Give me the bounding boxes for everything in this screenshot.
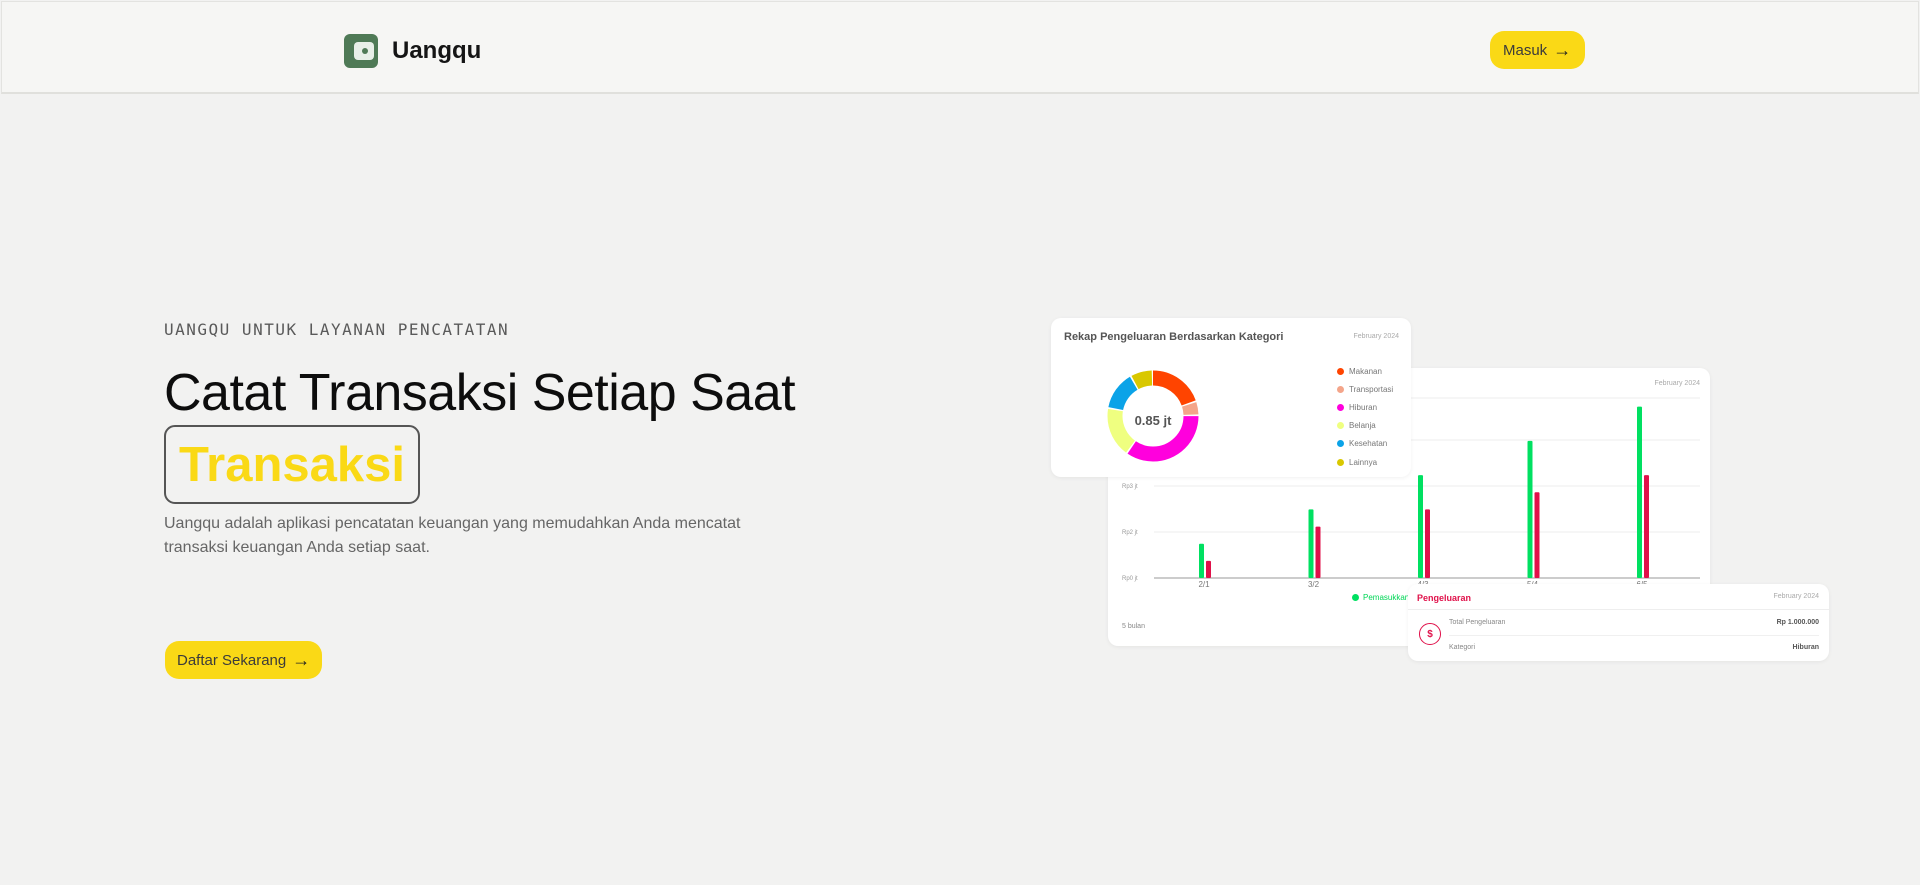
expense-bar <box>1315 526 1321 578</box>
legend-item: Makanan <box>1337 362 1393 380</box>
bar-card-footer: 5 bulan <box>1122 623 1145 630</box>
bar-legend: Pemasukkan <box>1352 593 1409 602</box>
legend-item: Belanja <box>1337 417 1393 435</box>
income-legend-label: Pemasukkan <box>1363 593 1410 602</box>
category-value: Hiburan <box>1792 644 1819 651</box>
login-button-label: Masuk <box>1503 41 1548 59</box>
y-tick-label: Rp0 jt <box>1122 576 1138 582</box>
expense-card-title: Pengeluaran <box>1417 593 1472 603</box>
income-bar <box>1199 543 1204 578</box>
dollar-icon: $ <box>1419 623 1441 645</box>
income-bar <box>1637 406 1642 578</box>
highlight-box: Transaksi <box>164 425 420 504</box>
legend-item: Kesehatan <box>1337 435 1393 453</box>
legend-dot <box>1337 367 1344 375</box>
y-tick-label: Rp2 jt <box>1122 530 1138 536</box>
register-button-label: Daftar Sekarang <box>177 651 287 669</box>
category-label: Kategori <box>1449 644 1476 651</box>
divider <box>1408 609 1829 610</box>
expense-summary-card: Pengeluaran February 2024 $ Total Pengel… <box>1408 584 1829 661</box>
income-bar <box>1418 475 1423 578</box>
expense-bar <box>1425 509 1430 578</box>
category-row: Kategori Hiburan <box>1449 644 1819 651</box>
legend-dot <box>1337 440 1344 448</box>
y-tick-label: Rp3 jt <box>1122 484 1138 490</box>
x-tick-label: 3/2 <box>1308 580 1320 589</box>
legend-dot <box>1337 422 1344 430</box>
hero-headline: Catat Transaksi Setiap Saat <box>164 364 796 422</box>
expense-bar <box>1534 492 1540 578</box>
legend-item: Transportasi <box>1337 380 1393 398</box>
arrow-right-icon: → <box>1553 39 1572 60</box>
total-value: Rp 1.000.000 <box>1776 619 1819 626</box>
legend-dot <box>1337 458 1344 466</box>
legend-item: Hiburan <box>1337 398 1393 416</box>
legend-label: Hiburan <box>1349 402 1378 412</box>
legend-label: Transportasi <box>1349 384 1394 394</box>
hero-description: Uangqu adalah aplikasi pencatatan keuang… <box>164 515 741 556</box>
login-button[interactable]: Masuk → <box>1490 31 1586 69</box>
expense-card-date: February 2024 <box>1773 593 1819 600</box>
total-row: Total Pengeluaran Rp 1.000.000 <box>1449 619 1819 626</box>
expense-category-card: Rekap Pengeluaran Berdasarkan Kategori F… <box>1051 318 1411 477</box>
register-button[interactable]: Daftar Sekarang → <box>165 641 323 679</box>
donut-legend: Makanan Transportasi Hiburan Belanja Kesehat… <box>1337 362 1393 471</box>
wallet-icon <box>344 34 378 68</box>
arrow-right-icon: → <box>292 649 311 670</box>
legend-item: Lainnya <box>1337 453 1393 471</box>
income-legend-dot <box>1352 594 1359 601</box>
total-label: Total Pengeluaran <box>1449 619 1506 626</box>
legend-label: Makanan <box>1349 366 1382 376</box>
x-tick-label: 2/1 <box>1198 580 1210 589</box>
legend-label: Lainnya <box>1349 457 1378 467</box>
divider <box>1449 635 1819 636</box>
legend-label: Belanja <box>1349 421 1376 431</box>
income-bar <box>1308 509 1314 578</box>
legend-dot <box>1337 403 1344 411</box>
expense-bar <box>1644 475 1649 578</box>
brand-logo[interactable]: Uangqu <box>344 34 481 68</box>
donut-center-value: 0.85 jt <box>1134 412 1172 428</box>
legend-label: Kesehatan <box>1349 439 1388 449</box>
highlight-word: Transaksi <box>178 437 406 492</box>
expense-bar <box>1206 560 1211 578</box>
legend-dot <box>1337 385 1344 393</box>
income-bar <box>1527 440 1533 578</box>
hero-eyebrow: UANGQU UNTUK LAYANAN PENCATATAN <box>164 320 510 339</box>
brand-name: Uangqu <box>392 37 482 64</box>
donut-card-date: February 2024 <box>1353 333 1399 340</box>
top-navbar: Uangqu Masuk → <box>1 1 1919 94</box>
